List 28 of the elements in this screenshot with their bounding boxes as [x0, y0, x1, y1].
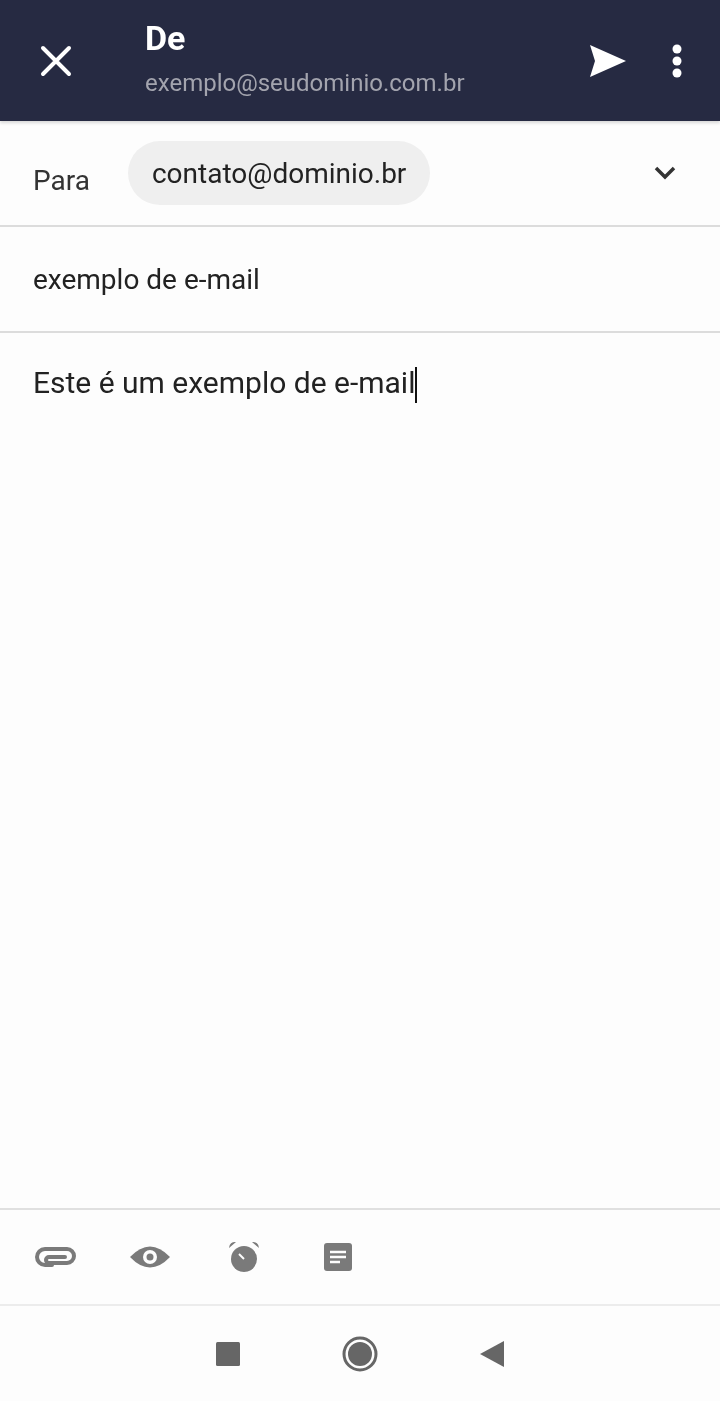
expand-button[interactable] — [654, 166, 676, 180]
alarm-clock-icon — [228, 1241, 260, 1273]
back-button[interactable] — [480, 1340, 504, 1367]
chevron-down-icon — [654, 166, 676, 180]
recents-button[interactable] — [216, 1341, 240, 1366]
circle-icon — [342, 1335, 378, 1372]
eye-icon — [130, 1244, 170, 1270]
preview-button[interactable] — [128, 1244, 172, 1270]
subject-text: exemplo de e-mail — [33, 262, 260, 296]
message-text: Este é um exemplo de e-mail — [33, 365, 416, 400]
text-cursor — [415, 367, 418, 403]
recipient-chip[interactable]: contato@dominio.br — [127, 141, 431, 205]
home-button[interactable] — [342, 1335, 378, 1372]
more-options-icon — [672, 43, 682, 78]
sender-title: De — [145, 17, 187, 58]
square-icon — [216, 1341, 240, 1366]
send-icon — [589, 44, 627, 77]
send-button[interactable] — [589, 44, 627, 77]
subject-field[interactable]: exemplo de e-mail — [0, 227, 720, 333]
to-label: Para — [33, 163, 90, 197]
message-body-field[interactable]: Este é um exemplo de e-mail — [0, 333, 720, 1208]
paperclip-icon — [35, 1245, 77, 1269]
more-options-button[interactable] — [672, 43, 682, 78]
sender-email: exemplo@seudominio.com.br — [145, 67, 466, 98]
triangle-icon — [480, 1340, 504, 1367]
document-icon — [323, 1242, 353, 1272]
attach-button[interactable] — [34, 1245, 78, 1269]
close-icon — [40, 44, 72, 77]
